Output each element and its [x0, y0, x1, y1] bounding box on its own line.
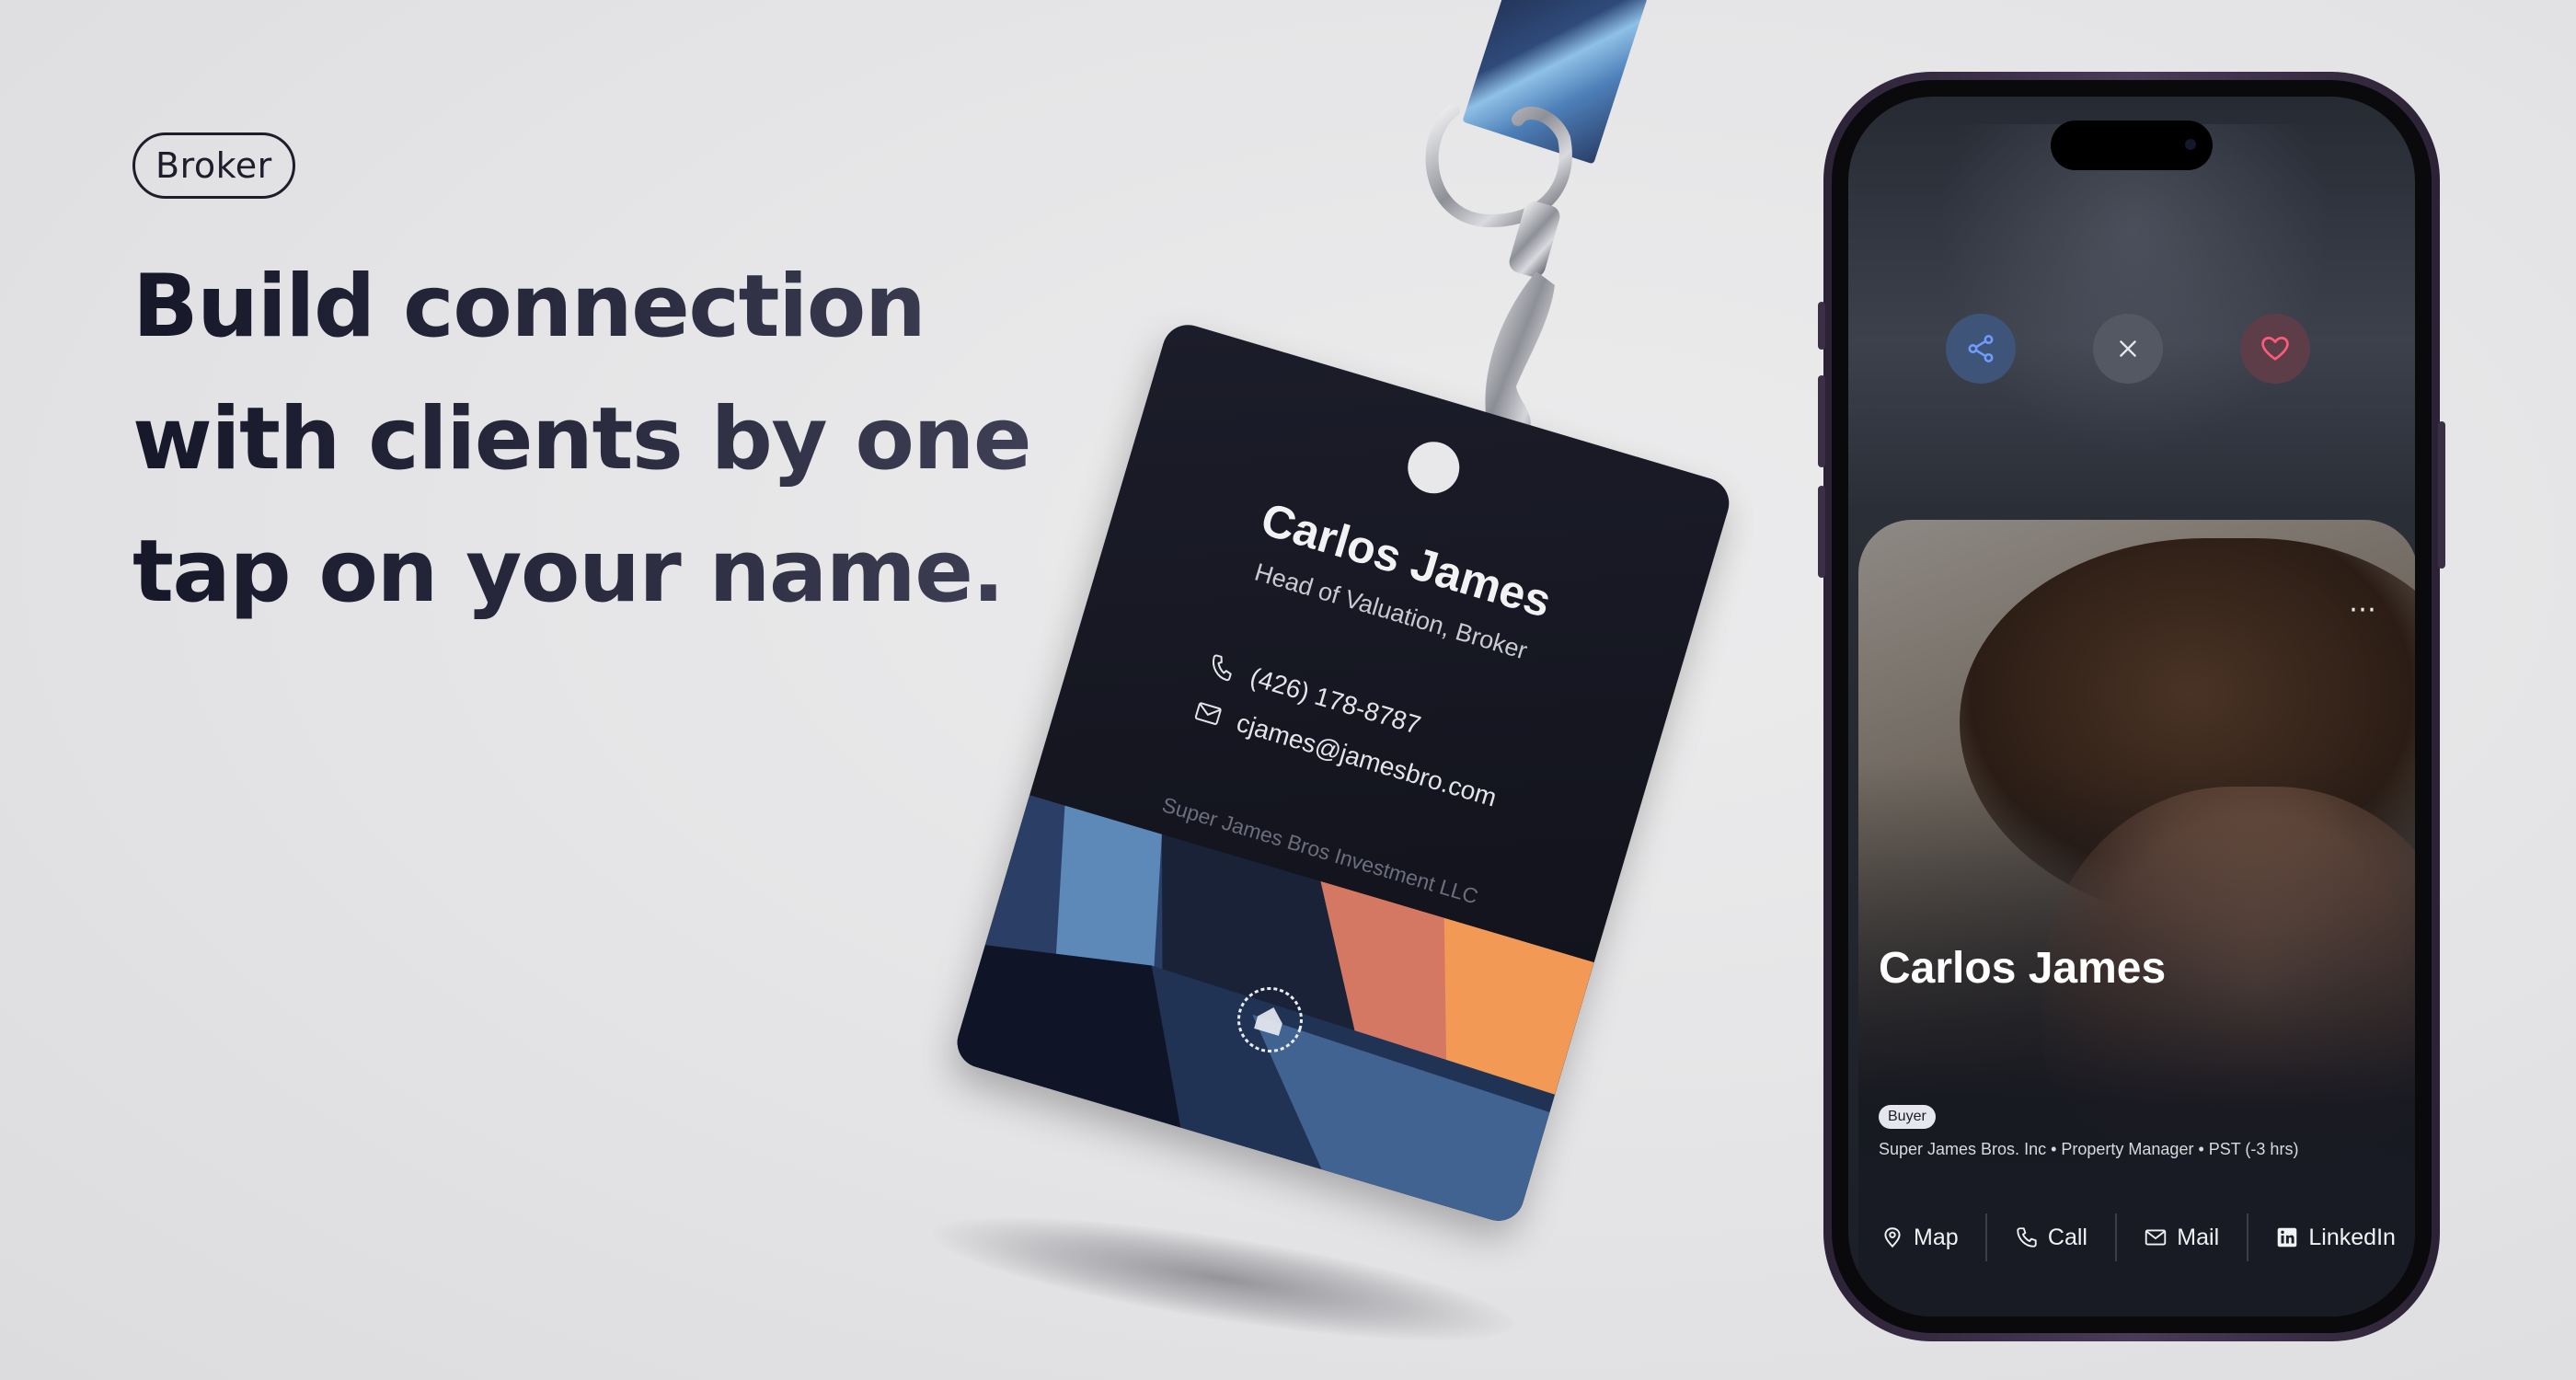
profile-photo-overlay — [1858, 520, 2415, 1317]
id-badge: Carlos James Head of Valuation, Broker (… — [950, 318, 1736, 1227]
linkedin-icon — [2278, 1227, 2297, 1248]
badge-shadow — [926, 1191, 1522, 1366]
badge-geometric-art — [950, 795, 1594, 1227]
contact-links: Map Call Mail LinkedIn — [1868, 1212, 2409, 1263]
more-options-icon[interactable]: ⋯ — [2349, 593, 2377, 626]
divider — [2246, 1213, 2248, 1261]
mail-link-label: Mail — [2177, 1224, 2220, 1250]
role-tag: Broker — [132, 132, 295, 199]
linkedin-link-label: LinkedIn — [2308, 1224, 2396, 1250]
phone-volume-down — [1818, 486, 1825, 578]
mail-icon — [2145, 1229, 2167, 1246]
front-camera — [2185, 139, 2196, 150]
heart-icon — [2261, 337, 2289, 361]
map-link-label: Map — [1914, 1224, 1959, 1250]
map-link[interactable]: Map — [1868, 1225, 1972, 1251]
headline: Build connection with clients by one tap… — [132, 241, 1052, 638]
dynamic-island — [2051, 121, 2213, 170]
linkedin-link[interactable]: LinkedIn — [2262, 1225, 2409, 1251]
call-link[interactable]: Call — [2002, 1225, 2100, 1251]
profile-card[interactable]: ⋯ Carlos James Buyer Super James Bros. I… — [1858, 520, 2415, 1317]
headline-line-2: with clients by one — [132, 389, 1031, 489]
favorite-button[interactable] — [2240, 314, 2310, 384]
call-link-label: Call — [2047, 1224, 2087, 1250]
mail-link[interactable]: Mail — [2131, 1225, 2232, 1251]
phone-icon — [1212, 654, 1232, 682]
share-icon — [1968, 335, 1994, 362]
phone-volume-up — [1818, 375, 1825, 467]
divider — [2114, 1213, 2117, 1261]
profile-name: Carlos James — [1879, 944, 2167, 993]
profile-tag-badge: Buyer — [1879, 1105, 1936, 1129]
headline-line-1: Build connection — [132, 257, 926, 357]
close-button[interactable] — [2093, 314, 2163, 384]
map-pin-icon — [1884, 1227, 1901, 1248]
phone-bezel: ⋯ Carlos James Buyer Super James Bros. I… — [1832, 80, 2432, 1333]
screen-backdrop — [1922, 124, 2345, 474]
headline-line-3: tap on your name. — [132, 522, 1004, 622]
badge-hole — [1401, 435, 1466, 500]
share-button[interactable] — [1946, 314, 2016, 384]
phone-icon — [2017, 1227, 2037, 1248]
mail-icon — [1194, 702, 1222, 725]
phone-side-button — [1818, 302, 1825, 350]
close-icon — [2120, 340, 2136, 357]
phone-screen: ⋯ Carlos James Buyer Super James Bros. I… — [1848, 97, 2415, 1317]
profile-meta: Super James Bros. Inc • Property Manager… — [1879, 1140, 2299, 1158]
phone-mockup: ⋯ Carlos James Buyer Super James Bros. I… — [1818, 72, 2445, 1341]
id-badge-card: Carlos James Head of Valuation, Broker (… — [950, 318, 1736, 1227]
divider — [1985, 1213, 1988, 1261]
phone-power-button — [2438, 421, 2445, 569]
